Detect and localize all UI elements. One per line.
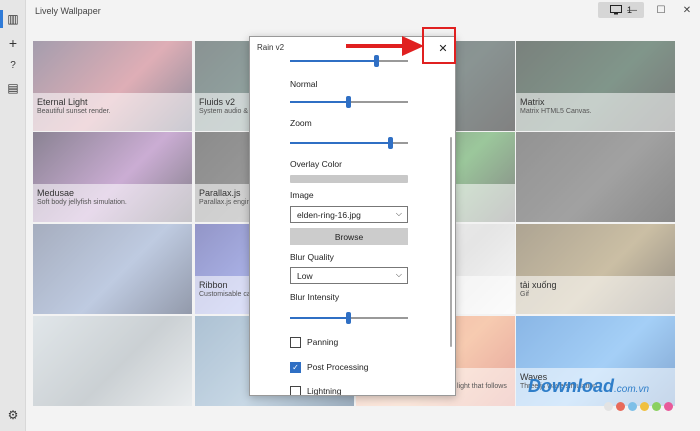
slider-fill [290, 142, 391, 144]
slider-thumb[interactable] [345, 312, 351, 324]
watermark-dot [652, 402, 661, 411]
tile-description: Soft body jellyfish simulation. [37, 199, 127, 206]
zoom-slider[interactable] [290, 137, 408, 149]
image-select[interactable]: elden-ring-16.jpg ⌵ [290, 206, 408, 223]
tile-caption: tải xuống Gif [516, 276, 675, 314]
panning-checkbox-row[interactable]: Panning [290, 336, 338, 348]
chevron-down-icon: ⌵ [395, 209, 402, 218]
watermark-dot [616, 402, 625, 411]
tile-title: Medusae [37, 188, 75, 198]
wallpaper-tile[interactable]: Eternal Light Beautiful sunset render. [33, 41, 192, 131]
chevron-down-icon: ⌵ [395, 270, 402, 279]
dialog-title: Rain v2 [257, 43, 285, 52]
watermark-suffix: .com.vn [614, 384, 650, 395]
panning-checkbox[interactable] [290, 336, 301, 348]
normal-slider[interactable] [290, 96, 408, 108]
watermark-dot [664, 402, 673, 411]
feedback-icon[interactable]: ▤ [2, 78, 24, 98]
annotation-highlight-box [422, 27, 456, 64]
add-wallpaper-icon[interactable]: + [2, 33, 24, 53]
lightning-checkbox[interactable] [290, 385, 301, 395]
post-processing-checkbox[interactable]: ✓ [290, 361, 301, 373]
post-processing-label: Post Processing [307, 362, 369, 372]
sidebar: ▥ + ? ▤ ⚙ [0, 0, 26, 431]
post-processing-checkbox-row[interactable]: ✓ Post Processing [290, 361, 368, 373]
tile-caption: Matrix Matrix HTML5 Canvas. [516, 93, 675, 131]
tile-title: Matrix [520, 97, 545, 107]
slider-fill [290, 101, 348, 103]
blur-quality-value: Low [297, 271, 313, 281]
annotation-arrow [346, 36, 424, 56]
watermark-dot [640, 402, 649, 411]
wallpaper-settings-dialog: Rain v2 ✕ Normal Zoom Overlay Color Imag… [249, 36, 456, 396]
title-bar: Lively Wallpaper 1 — ☐ ✕ [26, 0, 700, 22]
help-icon[interactable]: ? [2, 55, 24, 75]
wallpaper-tile[interactable] [33, 224, 192, 314]
slider-fill [290, 317, 348, 319]
image-label: Image [290, 190, 314, 200]
watermark: Download.com.vn [528, 376, 649, 397]
tile-description: Beautiful sunset render. [37, 108, 111, 115]
tile-title: tải xuống [520, 280, 557, 290]
overlay-color-picker[interactable] [290, 175, 408, 183]
browse-button[interactable]: Browse [290, 228, 408, 245]
blur-quality-label: Blur Quality [290, 252, 334, 262]
wallpaper-tile[interactable]: Matrix Matrix HTML5 Canvas. [516, 41, 675, 131]
dialog-scrollbar[interactable] [450, 137, 452, 347]
slider-fill [290, 60, 377, 62]
watermark-brand: Download [528, 376, 614, 396]
panning-label: Panning [307, 337, 339, 347]
normal-label: Normal [290, 79, 318, 89]
slider-top[interactable] [290, 55, 408, 67]
lightning-checkbox-row[interactable]: Lightning [290, 385, 342, 396]
watermark-dot [628, 402, 637, 411]
zoom-label: Zoom [290, 118, 312, 128]
tile-caption: Eternal Light Beautiful sunset render. [33, 93, 192, 131]
minimize-button[interactable]: — [617, 3, 647, 17]
slider-thumb[interactable] [374, 55, 380, 67]
tile-overlay [33, 316, 192, 406]
tile-overlay [516, 132, 675, 222]
slider-thumb[interactable] [345, 96, 351, 108]
watermark-dots [604, 402, 673, 411]
tile-title: Eternal Light [37, 97, 88, 107]
app-title: Lively Wallpaper [35, 6, 101, 16]
lightning-label: Lightning [307, 386, 342, 396]
blur-intensity-label: Blur Intensity [290, 292, 340, 302]
wallpaper-tile[interactable] [33, 316, 192, 406]
overlay-color-label: Overlay Color [290, 159, 342, 169]
window-close-button[interactable]: ✕ [672, 3, 700, 17]
tile-caption: Medusae Soft body jellyfish simulation. [33, 184, 192, 222]
image-select-value: elden-ring-16.jpg [297, 210, 361, 220]
tile-description: Matrix HTML5 Canvas. [520, 108, 592, 115]
slider-thumb[interactable] [388, 137, 394, 149]
settings-gear-icon[interactable]: ⚙ [2, 405, 24, 425]
wallpaper-tile[interactable] [516, 132, 675, 222]
wallpaper-tile[interactable]: Medusae Soft body jellyfish simulation. [33, 132, 192, 222]
wallpaper-tile[interactable]: tải xuống Gif [516, 224, 675, 314]
blur-quality-select[interactable]: Low ⌵ [290, 267, 408, 284]
watermark-dot [604, 402, 613, 411]
blur-intensity-slider[interactable] [290, 312, 408, 324]
tile-description: Gif [520, 291, 529, 298]
library-icon[interactable]: ▥ [2, 9, 24, 29]
tile-overlay [33, 224, 192, 314]
